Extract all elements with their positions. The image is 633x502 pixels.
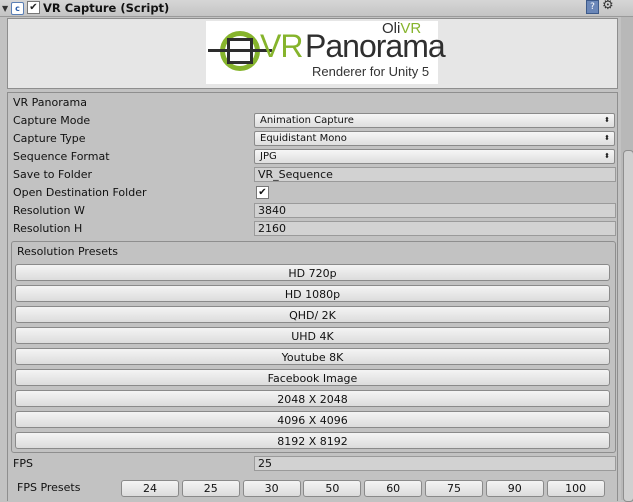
gear-icon[interactable]: ⚙ [602, 0, 614, 13]
open-destination-label: Open Destination Folder [13, 186, 147, 199]
scrollbar-thumb[interactable] [623, 150, 633, 502]
vrpanorama-logo: VR Panorama Renderer for Unity 5 OliVR [206, 21, 446, 84]
resolution-w-label: Resolution W [13, 204, 85, 217]
dropdown-arrows-icon: ⬍ [604, 152, 610, 160]
capture-type-label: Capture Type [13, 132, 86, 145]
resolution-preset-button[interactable]: HD 720p [15, 264, 610, 281]
dropdown-arrows-icon: ⬍ [604, 134, 610, 142]
resolution-preset-button[interactable]: UHD 4K [15, 327, 610, 344]
capture-mode-value: Animation Capture [260, 115, 354, 126]
section-title: VR Panorama [13, 96, 87, 109]
resolution-preset-button[interactable]: Facebook Image [15, 369, 610, 386]
open-destination-checkbox[interactable]: ✔ [256, 186, 269, 199]
fps-preset-button[interactable]: 24 [121, 480, 179, 497]
save-to-folder-label: Save to Folder [13, 168, 93, 181]
resolution-preset-button[interactable]: QHD/ 2K [15, 306, 610, 323]
component-header: ▼ c ✔ VR Capture (Script) ? ⚙ [0, 0, 633, 17]
fps-preset-button[interactable]: 25 [181, 480, 240, 497]
capture-type-value: Equidistant Mono [260, 133, 347, 144]
logo-panorama-text: Panorama [305, 28, 446, 64]
fps-preset-button[interactable]: 100 [546, 480, 605, 497]
logo-subtitle: Renderer for Unity 5 [312, 64, 430, 79]
logo-brand-oli: Oli [382, 20, 401, 37]
resolution-preset-button[interactable]: HD 1080p [15, 285, 610, 302]
resolution-preset-button[interactable]: 4096 X 4096 [15, 411, 610, 428]
fps-field[interactable]: 25 [254, 456, 616, 471]
logo-brand: OliVR [382, 21, 421, 37]
fps-preset-button[interactable]: 90 [485, 480, 544, 497]
sequence-format-value: JPG [260, 151, 277, 162]
capture-mode-label: Capture Mode [13, 114, 91, 127]
sequence-format-dropdown[interactable]: JPG ⬍ [254, 149, 615, 164]
resolution-preset-button[interactable]: Youtube 8K [15, 348, 610, 365]
fps-label: FPS [13, 457, 33, 470]
logo-container: VR Panorama Renderer for Unity 5 OliVR [7, 18, 618, 89]
fps-preset-button[interactable]: 60 [364, 480, 423, 497]
fps-presets-label: FPS Presets [17, 481, 81, 494]
resolution-presets-title: Resolution Presets [17, 245, 119, 258]
dropdown-arrows-icon: ⬍ [604, 116, 610, 124]
fps-preset-button[interactable]: 50 [303, 480, 362, 497]
fps-preset-button[interactable]: 75 [425, 480, 483, 497]
resolution-preset-button[interactable]: 2048 X 2048 [15, 390, 610, 407]
sequence-format-label: Sequence Format [13, 150, 110, 163]
resolution-preset-button[interactable]: 8192 X 8192 [15, 432, 610, 449]
capture-mode-dropdown[interactable]: Animation Capture ⬍ [254, 113, 615, 128]
script-icon: c [11, 2, 24, 15]
component-enabled-checkbox[interactable]: ✔ [27, 1, 40, 14]
fps-preset-button[interactable]: 30 [242, 480, 301, 497]
logo-vr-text: VR [260, 28, 303, 64]
help-icon[interactable]: ? [586, 0, 599, 14]
foldout-arrow-icon[interactable]: ▼ [2, 4, 8, 13]
logo-brand-vr: VR [400, 20, 422, 37]
save-to-folder-field[interactable]: VR_Sequence [254, 167, 616, 182]
resolution-w-field[interactable]: 3840 [254, 203, 616, 218]
component-title: VR Capture (Script) [43, 1, 170, 15]
resolution-h-field[interactable]: 2160 [254, 221, 616, 236]
capture-type-dropdown[interactable]: Equidistant Mono ⬍ [254, 131, 615, 146]
resolution-h-label: Resolution H [13, 222, 83, 235]
